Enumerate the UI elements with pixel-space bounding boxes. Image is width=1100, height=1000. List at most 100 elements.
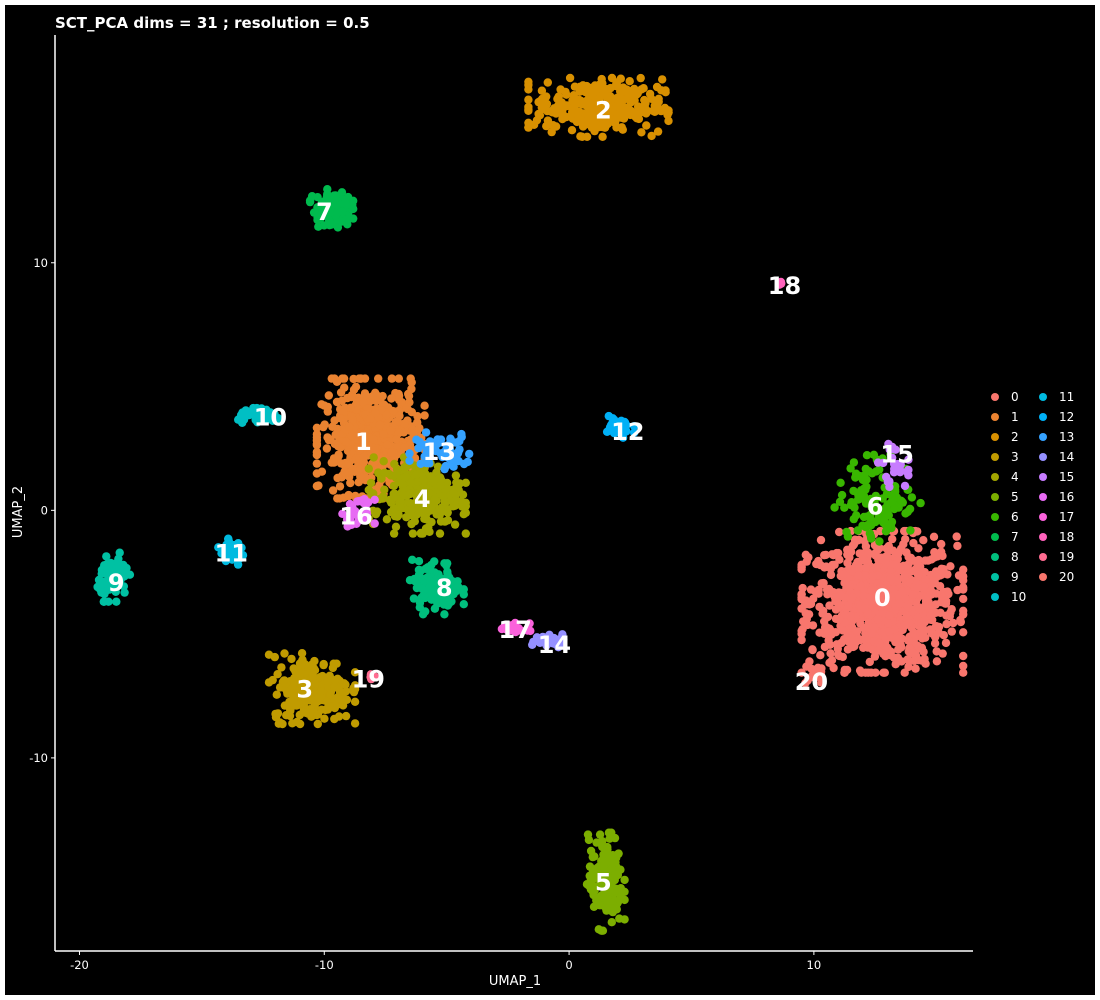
cell-point bbox=[900, 668, 909, 677]
cell-point bbox=[301, 708, 310, 717]
cluster-label: 0 bbox=[874, 584, 891, 612]
cell-point bbox=[346, 403, 355, 412]
cluster-label: 3 bbox=[296, 676, 313, 704]
cell-point bbox=[917, 656, 927, 665]
cell-point bbox=[342, 437, 351, 446]
cell-point bbox=[846, 611, 855, 621]
cell-point bbox=[937, 539, 946, 549]
cell-point bbox=[952, 532, 961, 541]
cell-point bbox=[597, 926, 606, 935]
cell-point bbox=[375, 420, 385, 430]
legend-label: 1 bbox=[1011, 410, 1019, 424]
cell-point bbox=[450, 501, 460, 510]
legend-label: 9 bbox=[1011, 570, 1019, 584]
legend-swatch bbox=[1039, 533, 1047, 541]
cell-point bbox=[330, 676, 340, 685]
cell-point bbox=[875, 537, 884, 546]
cell-point bbox=[839, 570, 849, 579]
cell-point bbox=[862, 451, 872, 460]
cell-point bbox=[524, 105, 533, 114]
cell-point bbox=[323, 402, 332, 412]
cell-point bbox=[868, 469, 877, 478]
cell-point bbox=[848, 592, 857, 602]
cell-point bbox=[859, 591, 868, 600]
cluster-label: 8 bbox=[436, 574, 453, 602]
cell-point bbox=[379, 430, 388, 439]
legend-item: 1 bbox=[991, 410, 1019, 424]
cell-point bbox=[799, 617, 808, 626]
cluster-label: 2 bbox=[595, 96, 612, 124]
legend-item: 18 bbox=[1039, 530, 1074, 544]
cluster-label: 20 bbox=[795, 668, 828, 696]
cell-point bbox=[440, 464, 449, 474]
cell-point bbox=[926, 603, 936, 613]
cell-point bbox=[331, 430, 340, 439]
legend-swatch bbox=[1039, 473, 1047, 481]
legend-swatch bbox=[991, 593, 999, 601]
cell-point bbox=[567, 126, 577, 135]
legend-label: 14 bbox=[1059, 450, 1074, 464]
legend-item: 2 bbox=[991, 430, 1019, 444]
cell-point bbox=[390, 459, 399, 469]
legend-swatch bbox=[1039, 413, 1047, 421]
cell-point bbox=[925, 591, 935, 600]
cell-point bbox=[392, 470, 401, 479]
cell-point bbox=[806, 585, 816, 594]
legend-swatch bbox=[991, 453, 999, 461]
cell-point bbox=[645, 89, 655, 99]
cell-point bbox=[931, 632, 940, 642]
cell-point bbox=[576, 116, 585, 126]
legend-label: 10 bbox=[1011, 590, 1026, 604]
cell-point bbox=[937, 564, 946, 573]
cell-point bbox=[636, 73, 645, 83]
cluster-label: 14 bbox=[538, 631, 571, 659]
cell-point bbox=[292, 717, 302, 727]
plot-frame: -20 -10 0 10 -10 0 10 0 1 2 3 4 5 6 7 8 9 10 11 12 13 14 15 16… bbox=[5, 5, 1095, 995]
cell-point bbox=[323, 677, 332, 686]
cell-point bbox=[590, 126, 599, 136]
legend-label: 19 bbox=[1059, 550, 1074, 564]
cell-point bbox=[321, 705, 330, 715]
cell-point bbox=[452, 583, 461, 592]
cell-point bbox=[953, 541, 962, 551]
cell-point bbox=[347, 392, 356, 402]
cell-point bbox=[332, 397, 342, 407]
cell-point bbox=[435, 529, 445, 538]
cell-point bbox=[820, 617, 829, 626]
cell-point bbox=[355, 374, 364, 383]
legend-item: 9 bbox=[991, 570, 1019, 584]
cluster-label: 1 bbox=[355, 428, 372, 456]
cluster-labels-layer: 012345678910111213141516171819 20 bbox=[108, 96, 914, 896]
cell-point bbox=[664, 108, 673, 117]
cell-point bbox=[899, 540, 908, 549]
legend-label: 11 bbox=[1059, 390, 1074, 404]
legend-item: 12 bbox=[1039, 410, 1074, 424]
cell-point bbox=[835, 497, 845, 506]
cell-point bbox=[313, 697, 322, 706]
cell-point bbox=[112, 597, 121, 606]
legend-swatch bbox=[1039, 393, 1047, 401]
cell-point bbox=[594, 84, 603, 93]
cell-point bbox=[894, 549, 903, 558]
x-tick-label: 10 bbox=[807, 958, 822, 972]
cell-point bbox=[906, 526, 915, 535]
cell-point bbox=[918, 634, 927, 643]
cell-point bbox=[658, 75, 667, 84]
cell-point bbox=[826, 649, 835, 658]
cell-point bbox=[879, 649, 888, 659]
cell-point bbox=[620, 875, 629, 885]
cell-point bbox=[280, 649, 289, 658]
cell-point bbox=[838, 626, 847, 635]
cell-point bbox=[566, 111, 576, 120]
cell-point bbox=[461, 529, 470, 538]
cell-point bbox=[350, 697, 360, 706]
cell-point bbox=[826, 564, 835, 573]
legend-label: 20 bbox=[1059, 570, 1074, 584]
cell-point bbox=[824, 584, 834, 594]
cell-point bbox=[389, 529, 399, 538]
cell-point bbox=[607, 73, 617, 83]
cell-point bbox=[885, 482, 894, 492]
cell-point bbox=[959, 628, 968, 637]
cell-point bbox=[436, 481, 445, 490]
cell-point bbox=[626, 110, 635, 120]
